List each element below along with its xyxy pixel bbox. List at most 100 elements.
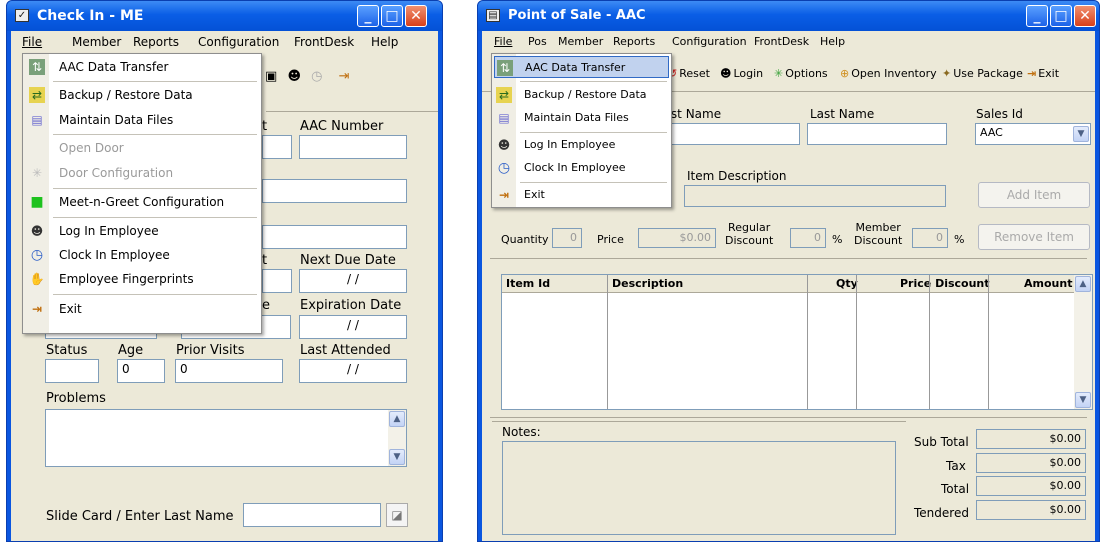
menu-item-exit[interactable]: ⇥ Exit: [25, 298, 259, 320]
exit-icon[interactable]: ⇥: [339, 69, 350, 84]
toolbar-reset[interactable]: ↺ Reset: [668, 67, 710, 80]
scroll-up-icon[interactable]: ▲: [389, 411, 405, 427]
menu-item-log-in-employee[interactable]: ☻ Log In Employee: [25, 220, 259, 242]
toolbar-options[interactable]: ✳ Options: [774, 67, 828, 80]
member-field-4[interactable]: [262, 269, 292, 293]
data-transfer-icon: ⇅: [497, 60, 513, 76]
age-field[interactable]: 0: [117, 359, 165, 383]
menu-item-door-configuration[interactable]: ✳ Door Configuration: [25, 162, 259, 184]
label-tax: Tax: [946, 459, 966, 473]
menu-item-maintain-data-files[interactable]: ▤ Maintain Data Files: [494, 107, 669, 129]
minimize-button[interactable]: _: [357, 5, 379, 27]
notes-textarea[interactable]: [502, 441, 896, 535]
menu-item-employee-fingerprints[interactable]: ✋ Employee Fingerprints: [25, 268, 259, 290]
camera-icon[interactable]: ▣: [265, 69, 277, 84]
package-icon: ✦: [942, 67, 952, 80]
toolbar-exit[interactable]: ⇥ Exit: [1027, 67, 1059, 80]
menu-help[interactable]: Help: [820, 35, 845, 48]
title-bar[interactable]: ▤ Point of Sale - AAC _ □ ✕: [478, 1, 1099, 31]
maximize-button[interactable]: □: [1050, 5, 1072, 27]
close-button[interactable]: ✕: [1074, 5, 1096, 27]
files-icon: ▤: [31, 113, 43, 127]
menu-item-open-door[interactable]: Open Door: [25, 137, 259, 159]
clock-icon[interactable]: ◷: [311, 69, 322, 84]
label-tendered: Tendered: [914, 506, 969, 520]
items-grid[interactable]: Item Id Description Qty Price Discount A…: [501, 274, 1093, 410]
label-quantity: Quantity: [501, 233, 549, 246]
menu-reports[interactable]: Reports: [133, 35, 179, 49]
login-icon: ☻: [720, 67, 732, 80]
last-attended-field[interactable]: / /: [299, 359, 407, 383]
member-field-2[interactable]: [262, 179, 407, 203]
door-config-icon: ✳: [31, 166, 43, 180]
menu-item-exit[interactable]: ⇥ Exit: [494, 184, 669, 206]
grid-divider: [607, 275, 608, 409]
hand-icon: ✋: [29, 272, 45, 286]
problems-textarea[interactable]: ▲ ▼: [45, 409, 407, 467]
maximize-button[interactable]: □: [381, 5, 403, 27]
chevron-down-icon[interactable]: ▼: [1073, 126, 1089, 142]
add-item-button[interactable]: Add Item: [978, 182, 1090, 208]
menu-frontdesk[interactable]: FrontDesk: [294, 35, 354, 49]
remove-item-button[interactable]: Remove Item: [978, 224, 1090, 250]
menu-item-meet-n-greet[interactable]: ■ Meet-n-Greet Configuration: [25, 191, 259, 213]
person-icon[interactable]: ☻: [287, 69, 301, 84]
col-item-id[interactable]: Item Id: [506, 277, 550, 290]
menu-configuration[interactable]: Configuration: [198, 35, 279, 49]
menu-file[interactable]: File: [22, 35, 42, 49]
menu-file[interactable]: File: [494, 35, 512, 48]
title-bar[interactable]: ✓ Check In - ME _ □ ✕: [7, 1, 442, 31]
col-qty[interactable]: Qty: [836, 277, 858, 290]
label-last-attended: Last Attended: [300, 343, 391, 358]
menu-member[interactable]: Member: [72, 35, 121, 49]
sales-id-select[interactable]: AAC ▼: [975, 123, 1091, 145]
menu-pos[interactable]: Pos: [528, 35, 547, 48]
problems-scrollbar[interactable]: ▲ ▼: [388, 410, 406, 466]
menu-member[interactable]: Member: [558, 35, 603, 48]
aac-number-field[interactable]: [299, 135, 407, 159]
menu-reports[interactable]: Reports: [613, 35, 655, 48]
scroll-up-icon[interactable]: ▲: [1075, 276, 1091, 292]
toolbar-login[interactable]: ☻ Login: [720, 67, 763, 80]
prior-visits-field[interactable]: 0: [175, 359, 283, 383]
close-button[interactable]: ✕: [405, 5, 427, 27]
scroll-down-icon[interactable]: ▼: [1075, 392, 1091, 408]
menu-frontdesk[interactable]: FrontDesk: [754, 35, 809, 48]
col-price-discount[interactable]: Price Discount: [900, 277, 990, 290]
menu-configuration[interactable]: Configuration: [672, 35, 747, 48]
last-name-field[interactable]: [807, 123, 947, 145]
grid-header: Item Id Description Qty Price Discount A…: [502, 275, 1092, 293]
slide-card-field[interactable]: [243, 503, 381, 527]
menu-item-log-in-employee[interactable]: ☻ Log In Employee: [494, 134, 669, 156]
first-name-field[interactable]: [662, 123, 800, 145]
col-amount[interactable]: Amount: [1024, 277, 1072, 290]
menu-item-backup-restore[interactable]: ⇄ Backup / Restore Data: [25, 84, 259, 106]
menu-help[interactable]: Help: [371, 35, 398, 49]
member-field-1[interactable]: [262, 135, 292, 159]
card-reader-icon[interactable]: ◪: [386, 503, 408, 527]
menu-item-aac-data-transfer[interactable]: ⇅ AAC Data Transfer: [494, 56, 669, 78]
menu-separator: [53, 188, 257, 189]
tax-field: $0.00: [976, 453, 1086, 473]
toolbar-open-inventory[interactable]: ⊕ Open Inventory: [840, 67, 937, 80]
next-due-date-field[interactable]: / /: [299, 269, 407, 293]
toolbar-use-package[interactable]: ✦ Use Package: [942, 67, 1023, 80]
label-pct-regular: %: [832, 233, 843, 246]
grid-scrollbar[interactable]: ▲ ▼: [1074, 275, 1092, 409]
menu-item-aac-data-transfer[interactable]: ⇅ AAC Data Transfer: [25, 56, 259, 78]
minimize-button[interactable]: _: [1026, 5, 1048, 27]
scroll-down-icon[interactable]: ▼: [389, 449, 405, 465]
col-description[interactable]: Description: [612, 277, 683, 290]
menu-item-maintain-data-files[interactable]: ▤ Maintain Data Files: [25, 109, 259, 131]
menu-item-clock-in-employee[interactable]: ◷ Clock In Employee: [25, 244, 259, 266]
check-in-window: ✓ Check In - ME _ □ ✕ File Member Report…: [6, 0, 443, 542]
file-menu-dropdown: ⇅ AAC Data Transfer ⇄ Backup / Restore D…: [22, 53, 262, 334]
status-field[interactable]: [45, 359, 99, 383]
label-frag-t1: t: [262, 119, 268, 134]
label-slide-card: Slide Card / Enter Last Name: [46, 509, 234, 524]
menu-item-backup-restore[interactable]: ⇄ Backup / Restore Data: [494, 84, 669, 106]
label-notes: Notes:: [502, 425, 541, 439]
member-field-3[interactable]: [262, 225, 407, 249]
expiration-date-field[interactable]: / /: [299, 315, 407, 339]
menu-item-clock-in-employee[interactable]: ◷ Clock In Employee: [494, 157, 669, 179]
